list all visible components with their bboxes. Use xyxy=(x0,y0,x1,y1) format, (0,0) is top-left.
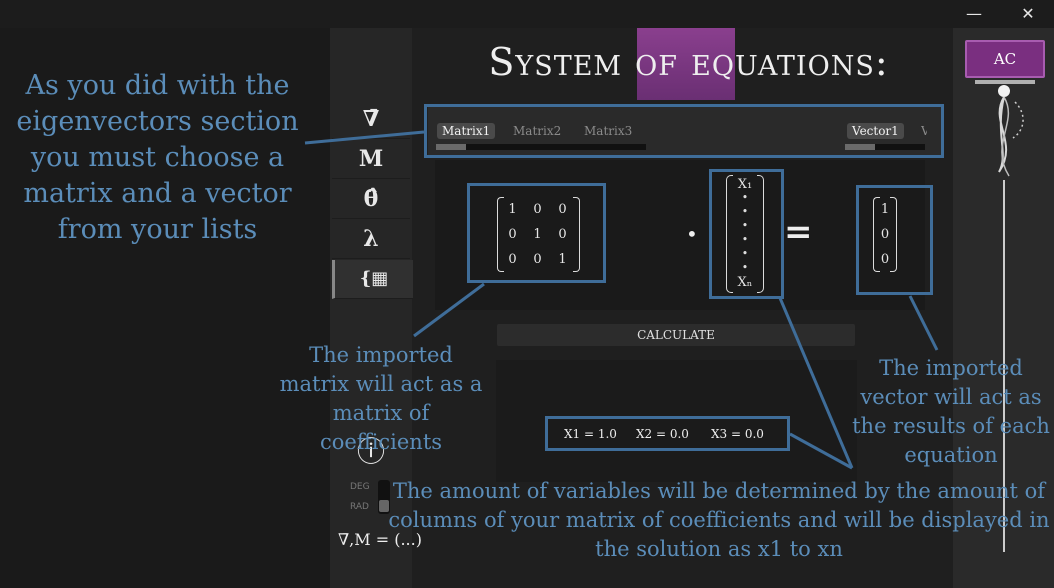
annotation-choose: As you did with the eigenvectors section… xyxy=(16,70,299,245)
annotation-matrix-coefficients: The imported matrix will act as a matrix… xyxy=(279,343,483,454)
annotation-variables: The amount of variables will be determin… xyxy=(388,479,1050,561)
annotation-vector-results: The imported vector will act as the resu… xyxy=(852,356,1050,467)
